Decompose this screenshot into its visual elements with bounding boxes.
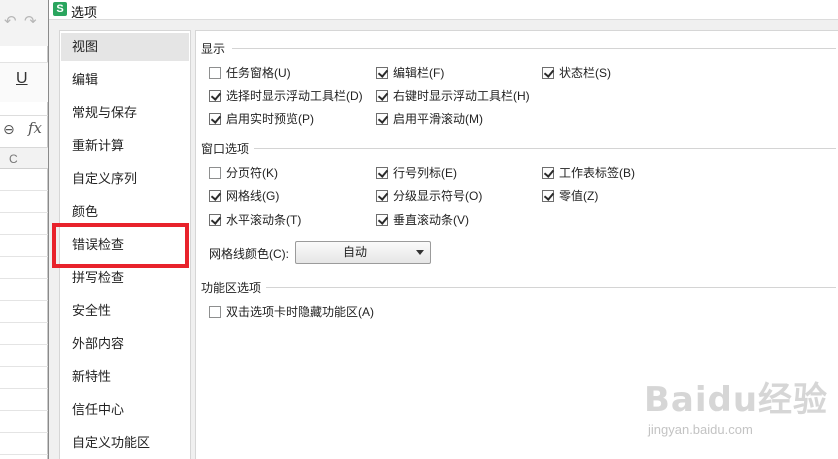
grid-row-line — [0, 234, 48, 235]
nav-item-security[interactable]: 安全性 — [61, 297, 189, 325]
undo-icon[interactable]: ↶ — [4, 12, 17, 30]
redo-icon[interactable]: ↷ — [24, 12, 37, 30]
task-pane-label: 任务窗格(U) — [226, 66, 291, 80]
zero-values-label: 零值(Z) — [559, 189, 599, 203]
page-break-checkbox[interactable] — [209, 167, 221, 179]
float-toolbar-on-select-label: 选择时显示浮动工具栏(D) — [226, 89, 363, 103]
nav-item-colors[interactable]: 颜色 — [61, 198, 189, 226]
grid-row-line — [0, 432, 48, 433]
row-col-headers-checkbox[interactable] — [376, 167, 388, 179]
zoom-icon[interactable]: ⊖ — [3, 121, 15, 138]
baidu-jingyan-watermark: Baidu经验 jingyan.baidu.com — [640, 372, 836, 442]
nav-item-spell-check[interactable]: 拼写检查 — [61, 264, 189, 292]
smooth-scroll-checkbox[interactable] — [376, 113, 388, 125]
fx-icon[interactable]: fx — [28, 119, 42, 137]
status-bar-label: 状态栏(S) — [559, 66, 611, 80]
background-toolbar: ↶ ↷ — [0, 0, 48, 46]
nav-item-trust-center[interactable]: 信任中心 — [61, 396, 189, 424]
nav-item-customize-ribbon[interactable]: 自定义功能区 — [61, 429, 189, 457]
nav-item-custom-lists[interactable]: 自定义序列 — [61, 165, 189, 193]
nav-item-general-save[interactable]: 常规与保存 — [61, 99, 189, 127]
outline-symbols-checkbox[interactable] — [376, 190, 388, 202]
wps-app-icon: S — [53, 2, 67, 16]
grid-row-line — [0, 454, 48, 455]
watermark-logo-text: Baidu经验 — [644, 380, 829, 420]
background-spreadsheet: ↶ ↷ U ⊖ fx C — [0, 0, 48, 459]
grid-row-line — [0, 366, 48, 367]
horizontal-scrollbar-label: 水平滚动条(T) — [226, 213, 302, 227]
display-section-title: 显示 — [201, 40, 230, 57]
grid-row-line — [0, 300, 48, 301]
horizontal-scrollbar-checkbox[interactable] — [209, 214, 221, 226]
zero-values-checkbox[interactable] — [542, 190, 554, 202]
outline-symbols-label: 分级显示符号(O) — [393, 189, 483, 203]
live-preview-label: 启用实时预览(P) — [226, 112, 314, 126]
smooth-scroll-label: 启用平滑滚动(M) — [393, 112, 483, 126]
row-col-headers-label: 行号列标(E) — [393, 166, 457, 180]
nav-item-view[interactable]: 视图 — [61, 33, 189, 61]
page-break-label: 分页符(K) — [226, 166, 278, 180]
task-pane-checkbox[interactable] — [209, 67, 221, 79]
grid-row-line — [0, 190, 48, 191]
nav-item-edit[interactable]: 编辑 — [61, 66, 189, 94]
hide-ribbon-on-double-click-checkbox[interactable] — [209, 306, 221, 318]
column-header[interactable]: C — [0, 147, 48, 169]
ribbon-options-title: 功能区选项 — [201, 279, 266, 296]
grid-row-line — [0, 410, 48, 411]
window-options-title: 窗口选项 — [201, 140, 254, 157]
edit-bar-label: 编辑栏(F) — [393, 66, 445, 80]
vertical-scrollbar-checkbox[interactable] — [376, 214, 388, 226]
column-header-label: C — [9, 152, 18, 166]
sheet-tabs-label: 工作表标签(B) — [559, 166, 635, 180]
nav-item-external-content[interactable]: 外部内容 — [61, 330, 189, 358]
edit-bar-checkbox[interactable] — [376, 67, 388, 79]
display-section-divider — [232, 48, 836, 49]
grid-row-line — [0, 212, 48, 213]
nav-item-new-features[interactable]: 新特性 — [61, 363, 189, 391]
nav-item-recalculate[interactable]: 重新计算 — [61, 132, 189, 160]
status-bar-checkbox[interactable] — [542, 67, 554, 79]
window-options-divider — [254, 148, 836, 149]
hide-ribbon-on-double-click-label: 双击选项卡时隐藏功能区(A) — [226, 305, 374, 319]
live-preview-checkbox[interactable] — [209, 113, 221, 125]
watermark-url: jingyan.baidu.com — [648, 422, 753, 437]
error-checking-highlight-box — [52, 223, 189, 268]
gridlines-label: 网格线(G) — [226, 189, 280, 203]
ribbon-options-divider — [266, 287, 836, 288]
grid-row-line — [0, 256, 48, 257]
chevron-down-icon — [416, 250, 424, 255]
dialog-titlebar[interactable]: S 选项 — [49, 0, 838, 20]
gridline-color-value: 自动 — [342, 245, 367, 259]
grid-row-line — [0, 278, 48, 279]
vertical-scrollbar-label: 垂直滚动条(V) — [393, 213, 469, 227]
grid-row-line — [0, 322, 48, 323]
gridline-color-label: 网格线颜色(C): — [209, 247, 289, 261]
grid-row-line — [0, 388, 48, 389]
float-toolbar-on-select-checkbox[interactable] — [209, 90, 221, 102]
grid-row-line — [0, 344, 48, 345]
sheet-tabs-checkbox[interactable] — [542, 167, 554, 179]
dialog-title: 选项 — [71, 5, 98, 20]
float-toolbar-on-right-click-checkbox[interactable] — [376, 90, 388, 102]
underline-button[interactable]: U — [16, 70, 28, 88]
gridline-color-select[interactable]: 自动 — [295, 241, 431, 264]
float-toolbar-on-right-click-label: 右键时显示浮动工具栏(H) — [393, 89, 530, 103]
gridlines-checkbox[interactable] — [209, 190, 221, 202]
